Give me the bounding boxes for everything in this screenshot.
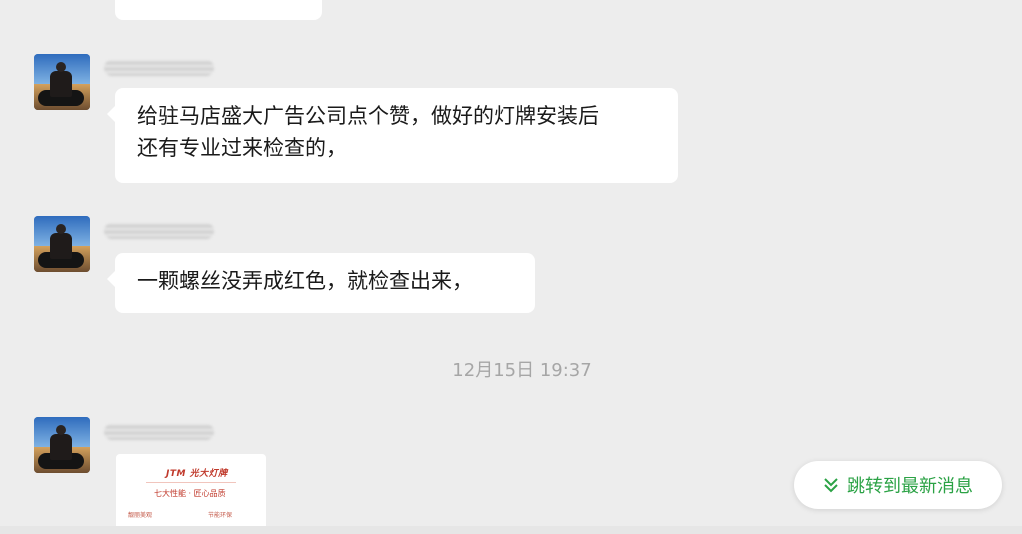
image-logo-text: JTM 光大灯牌: [166, 469, 228, 479]
sender-name-blurred: [104, 424, 214, 440]
image-message-thumbnail[interactable]: JTM 光大灯牌 七大性能 · 匠心品质 靓丽美观 节能环保: [116, 454, 266, 534]
message-bubble[interactable]: 一颗螺丝没弄成红色，就检查出来，: [107, 253, 535, 313]
message-timestamp: 12月15日 19:37: [452, 360, 592, 381]
sender-name-blurred: [104, 60, 214, 76]
message-text-line: 给驻马店盛大广告公司点个赞，做好的灯牌安装后: [137, 104, 599, 128]
previous-message-bubble[interactable]: [115, 0, 322, 20]
sender-name-blurred: [104, 223, 214, 239]
message-text-line: 一颗螺丝没弄成红色，就检查出来，: [137, 269, 473, 293]
jump-to-latest-button[interactable]: 跳转到最新消息: [794, 461, 1002, 509]
sender-avatar[interactable]: [34, 54, 90, 110]
image-caption-right: 节能环保: [208, 512, 233, 519]
message-text-line: 还有专业过来检查的，: [137, 136, 347, 160]
sender-avatar[interactable]: [34, 417, 90, 473]
sender-avatar[interactable]: [34, 216, 90, 272]
message-bubble[interactable]: 给驻马店盛大广告公司点个赞，做好的灯牌安装后 还有专业过来检查的，: [107, 88, 678, 183]
jump-to-latest-label: 跳转到最新消息: [847, 476, 973, 497]
image-caption-left: 靓丽美观: [128, 512, 153, 519]
image-headline: 七大性能 · 匠心品质: [154, 489, 226, 498]
input-area-edge: [0, 526, 1022, 534]
image-divider: [146, 482, 236, 483]
double-chevron-down-icon: [823, 476, 839, 494]
chat-message-area[interactable]: 给驻马店盛大广告公司点个赞，做好的灯牌安装后 还有专业过来检查的， 一颗螺丝没弄…: [0, 0, 1022, 534]
